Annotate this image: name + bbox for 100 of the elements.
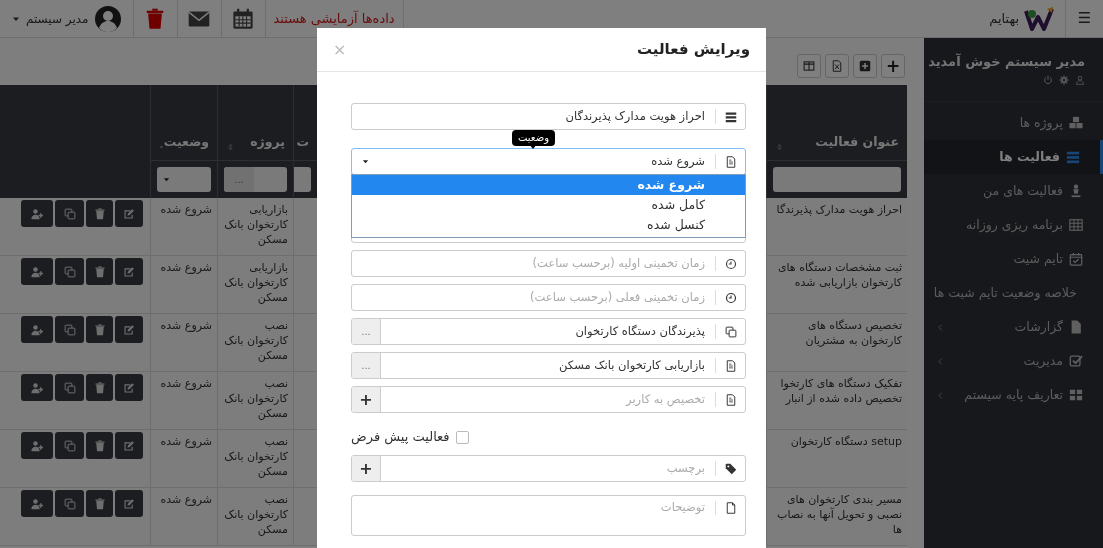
table-cell: شروع شده [150, 256, 217, 314]
document-icon [724, 155, 737, 168]
export-excel-button[interactable] [825, 54, 849, 78]
sidebar-item[interactable]: فعالیت ها [924, 140, 1103, 174]
sidebar-item[interactable]: خلاصه وضعیت تایم شیت ها [924, 276, 1103, 310]
user-icon[interactable] [1075, 74, 1085, 85]
caret-icon [362, 158, 369, 165]
person-icon [1069, 184, 1083, 198]
copy-icon [63, 497, 76, 510]
user-plus-icon [31, 439, 43, 452]
columns-button[interactable] [797, 54, 821, 78]
avatar-icon [94, 5, 121, 32]
copy-button[interactable] [55, 316, 84, 343]
dropdown-option[interactable]: کامل شده [352, 195, 745, 215]
edit-icon [123, 265, 135, 278]
table-cell: نصب کارتخوان بانک مسکن [217, 372, 293, 430]
column-header[interactable]: پروژه [217, 85, 293, 160]
edit-button[interactable] [115, 200, 143, 227]
sidebar-item[interactable]: تایم شیت [924, 242, 1103, 276]
edit-button[interactable] [115, 490, 143, 517]
column-header[interactable]: وضعیت [150, 85, 217, 160]
close-button[interactable]: × [333, 41, 347, 58]
sidebar-item[interactable]: گزارشات [924, 310, 1103, 344]
table-cell: نصب کارتخوان بانک مسکن [217, 488, 293, 546]
checkbox[interactable] [455, 430, 469, 444]
delete-button[interactable] [86, 258, 113, 285]
assign-user-button[interactable] [21, 258, 53, 285]
copy-button[interactable] [55, 258, 84, 285]
table-cell: تفکیک دستگاه های کارتخوا تخصیص داده شده از انبار [766, 372, 907, 430]
edit-button[interactable] [115, 316, 143, 343]
copy-button[interactable] [55, 490, 84, 517]
sidebar-item[interactable]: برنامه ریزی روزانه [924, 208, 1103, 242]
table-cell: شروع شده [150, 314, 217, 372]
add-button[interactable]: + [881, 54, 905, 78]
filter-field[interactable] [773, 167, 901, 192]
assign-user-button[interactable] [21, 200, 53, 227]
edit-icon [123, 381, 135, 394]
copy-button[interactable] [55, 432, 84, 459]
filter-field[interactable] [294, 167, 311, 192]
columns-icon [803, 60, 815, 72]
dropdown-option[interactable]: شروع شده [352, 175, 745, 195]
trash-icon [93, 207, 106, 220]
menu-toggle-button[interactable]: ☰ [1065, 0, 1103, 37]
calendar-check-icon [1069, 252, 1083, 266]
document-icon [1069, 320, 1083, 334]
calendar-icon[interactable] [232, 7, 254, 30]
delete-button[interactable] [86, 374, 113, 401]
edit-icon [123, 207, 135, 220]
user-plus-icon [31, 381, 43, 394]
delete-button[interactable] [86, 490, 113, 517]
delete-button[interactable] [86, 432, 113, 459]
table-cell: نصب کارتخوان بانک مسکن [217, 314, 293, 372]
table-cell: ثبت مشخصات دستگاه های کارتخوان بازاریابی شده [766, 256, 907, 314]
table-cell: بازاریابی کارتخوان بانک مسکن [217, 256, 293, 314]
copy-icon [63, 381, 76, 394]
copy-button[interactable] [55, 200, 84, 227]
assign-user-button[interactable] [21, 316, 53, 343]
copy-icon [63, 265, 76, 278]
delete-button[interactable] [86, 200, 113, 227]
power-icon[interactable] [1043, 74, 1053, 85]
table-cell: مسیر بندی کارتخوان های نصبی و تحویل آنها به نصاب ها [766, 488, 907, 546]
trash-icon [93, 381, 106, 394]
demo-data-notice: داده‌ها آزمایشی هستند [273, 12, 395, 26]
user-menu-button[interactable]: مدیر سیستم [0, 0, 134, 37]
sort-icon[interactable] [226, 142, 235, 152]
list-icon [1066, 150, 1080, 164]
assign-user-button[interactable] [21, 374, 53, 401]
edit-button[interactable] [115, 432, 143, 459]
table-cell: setup دستگاه کارتخوان [766, 430, 907, 488]
assign-user-button[interactable] [21, 432, 53, 459]
edit-icon [123, 497, 135, 510]
copy-button[interactable] [55, 374, 84, 401]
settings-icon[interactable] [1059, 74, 1069, 85]
checkbox-label: فعالیت پیش فرض [351, 428, 450, 447]
checkbox-icon [1069, 354, 1083, 368]
tooltip-arrow-icon [529, 144, 537, 149]
edit-button[interactable] [115, 374, 143, 401]
sidebar-item[interactable]: پروژه ها [924, 106, 1103, 140]
column-header[interactable]: عنوان فعالیت [766, 85, 907, 160]
assign-user-button[interactable] [21, 490, 53, 517]
trash-icon [93, 497, 106, 510]
trash-icon [93, 265, 106, 278]
sidebar-item[interactable]: تعاریف پایه سیستم [924, 378, 1103, 412]
trash-icon [93, 439, 106, 452]
add-box-button[interactable] [853, 54, 877, 78]
welcome-text: مدیر سیستم خوش آمدید [928, 52, 1085, 71]
tiles-icon [1069, 388, 1083, 402]
sidebar-item[interactable]: فعالیت های من [924, 174, 1103, 208]
filter-field[interactable]: ... [224, 167, 287, 192]
table-cell: احراز هویت مدارک پذیرندگا [766, 198, 907, 256]
trash-icon[interactable] [144, 7, 166, 30]
sort-icon[interactable] [775, 142, 784, 152]
delete-button[interactable] [86, 316, 113, 343]
sidebar-item[interactable]: مدیریت [924, 344, 1103, 378]
column-header[interactable]: ت [293, 85, 317, 160]
edit-button[interactable] [115, 258, 143, 285]
user-plus-icon [31, 207, 43, 220]
copy-icon [63, 323, 76, 336]
table-icon [1069, 218, 1083, 232]
brand-name[interactable]: بهتایم [989, 8, 1019, 29]
